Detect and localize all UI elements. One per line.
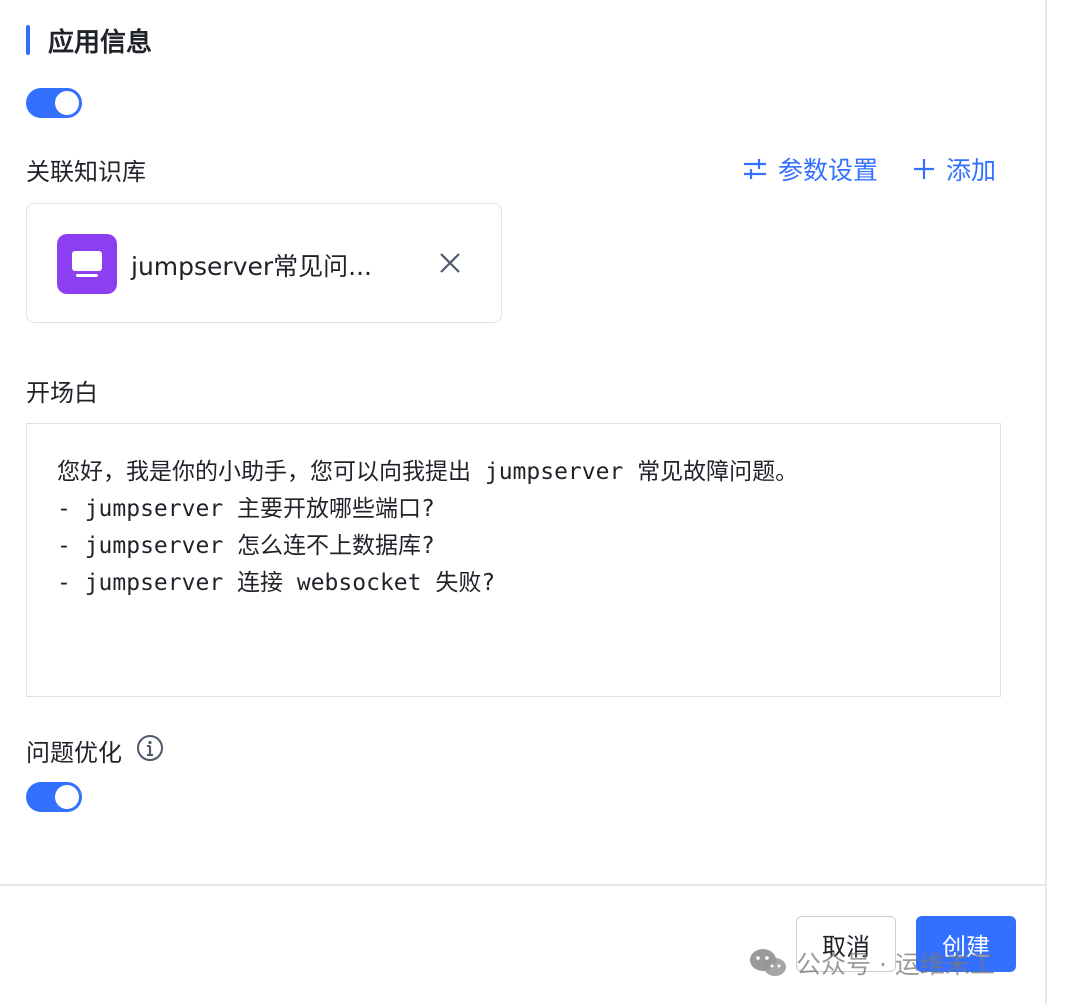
app-info-toggle[interactable] — [26, 88, 82, 118]
watermark-text: 公众号 · 运维未工 — [796, 950, 995, 979]
prologue-textarea[interactable]: 您好，我是你的小助手，您可以向我提出 jumpserver 常见故障问题。 - … — [26, 423, 1001, 697]
toggle-knob — [55, 91, 79, 115]
plus-icon — [914, 159, 934, 179]
knowledge-base-card: jumpserver常见问... — [26, 203, 502, 323]
watermark: 公众号 · 运维未工 — [748, 940, 995, 986]
wechat-icon — [750, 949, 786, 976]
right-gutter — [1047, 0, 1080, 1005]
question-optimize-label: 问题优化 — [26, 739, 122, 767]
question-optimize-toggle[interactable] — [26, 782, 82, 812]
knowledge-base-label: 关联知识库 — [26, 158, 146, 186]
close-icon[interactable] — [437, 250, 463, 276]
knowledge-base-name: jumpserver常见问... — [131, 252, 372, 281]
info-icon[interactable] — [136, 734, 164, 762]
section-title-text: 应用信息 — [48, 27, 153, 58]
prologue-label: 开场白 — [26, 379, 98, 407]
add-knowledge-button[interactable]: 添加 — [912, 152, 996, 186]
section-title-accent-bar — [26, 25, 30, 55]
param-settings-button[interactable]: 参数设置 — [742, 152, 878, 186]
footer-divider — [0, 884, 1046, 886]
section-title: 应用信息 — [26, 22, 152, 58]
knowledge-base-icon — [57, 234, 117, 294]
toggle-knob — [55, 785, 79, 809]
monitor-icon — [72, 251, 102, 277]
sliders-icon — [744, 159, 766, 179]
add-label: 添加 — [946, 156, 997, 185]
app-settings-panel: 应用信息 关联知识库 参数设置 添加 jumpserver常见问... 开场白 … — [0, 0, 1046, 1005]
param-settings-label: 参数设置 — [778, 156, 879, 185]
